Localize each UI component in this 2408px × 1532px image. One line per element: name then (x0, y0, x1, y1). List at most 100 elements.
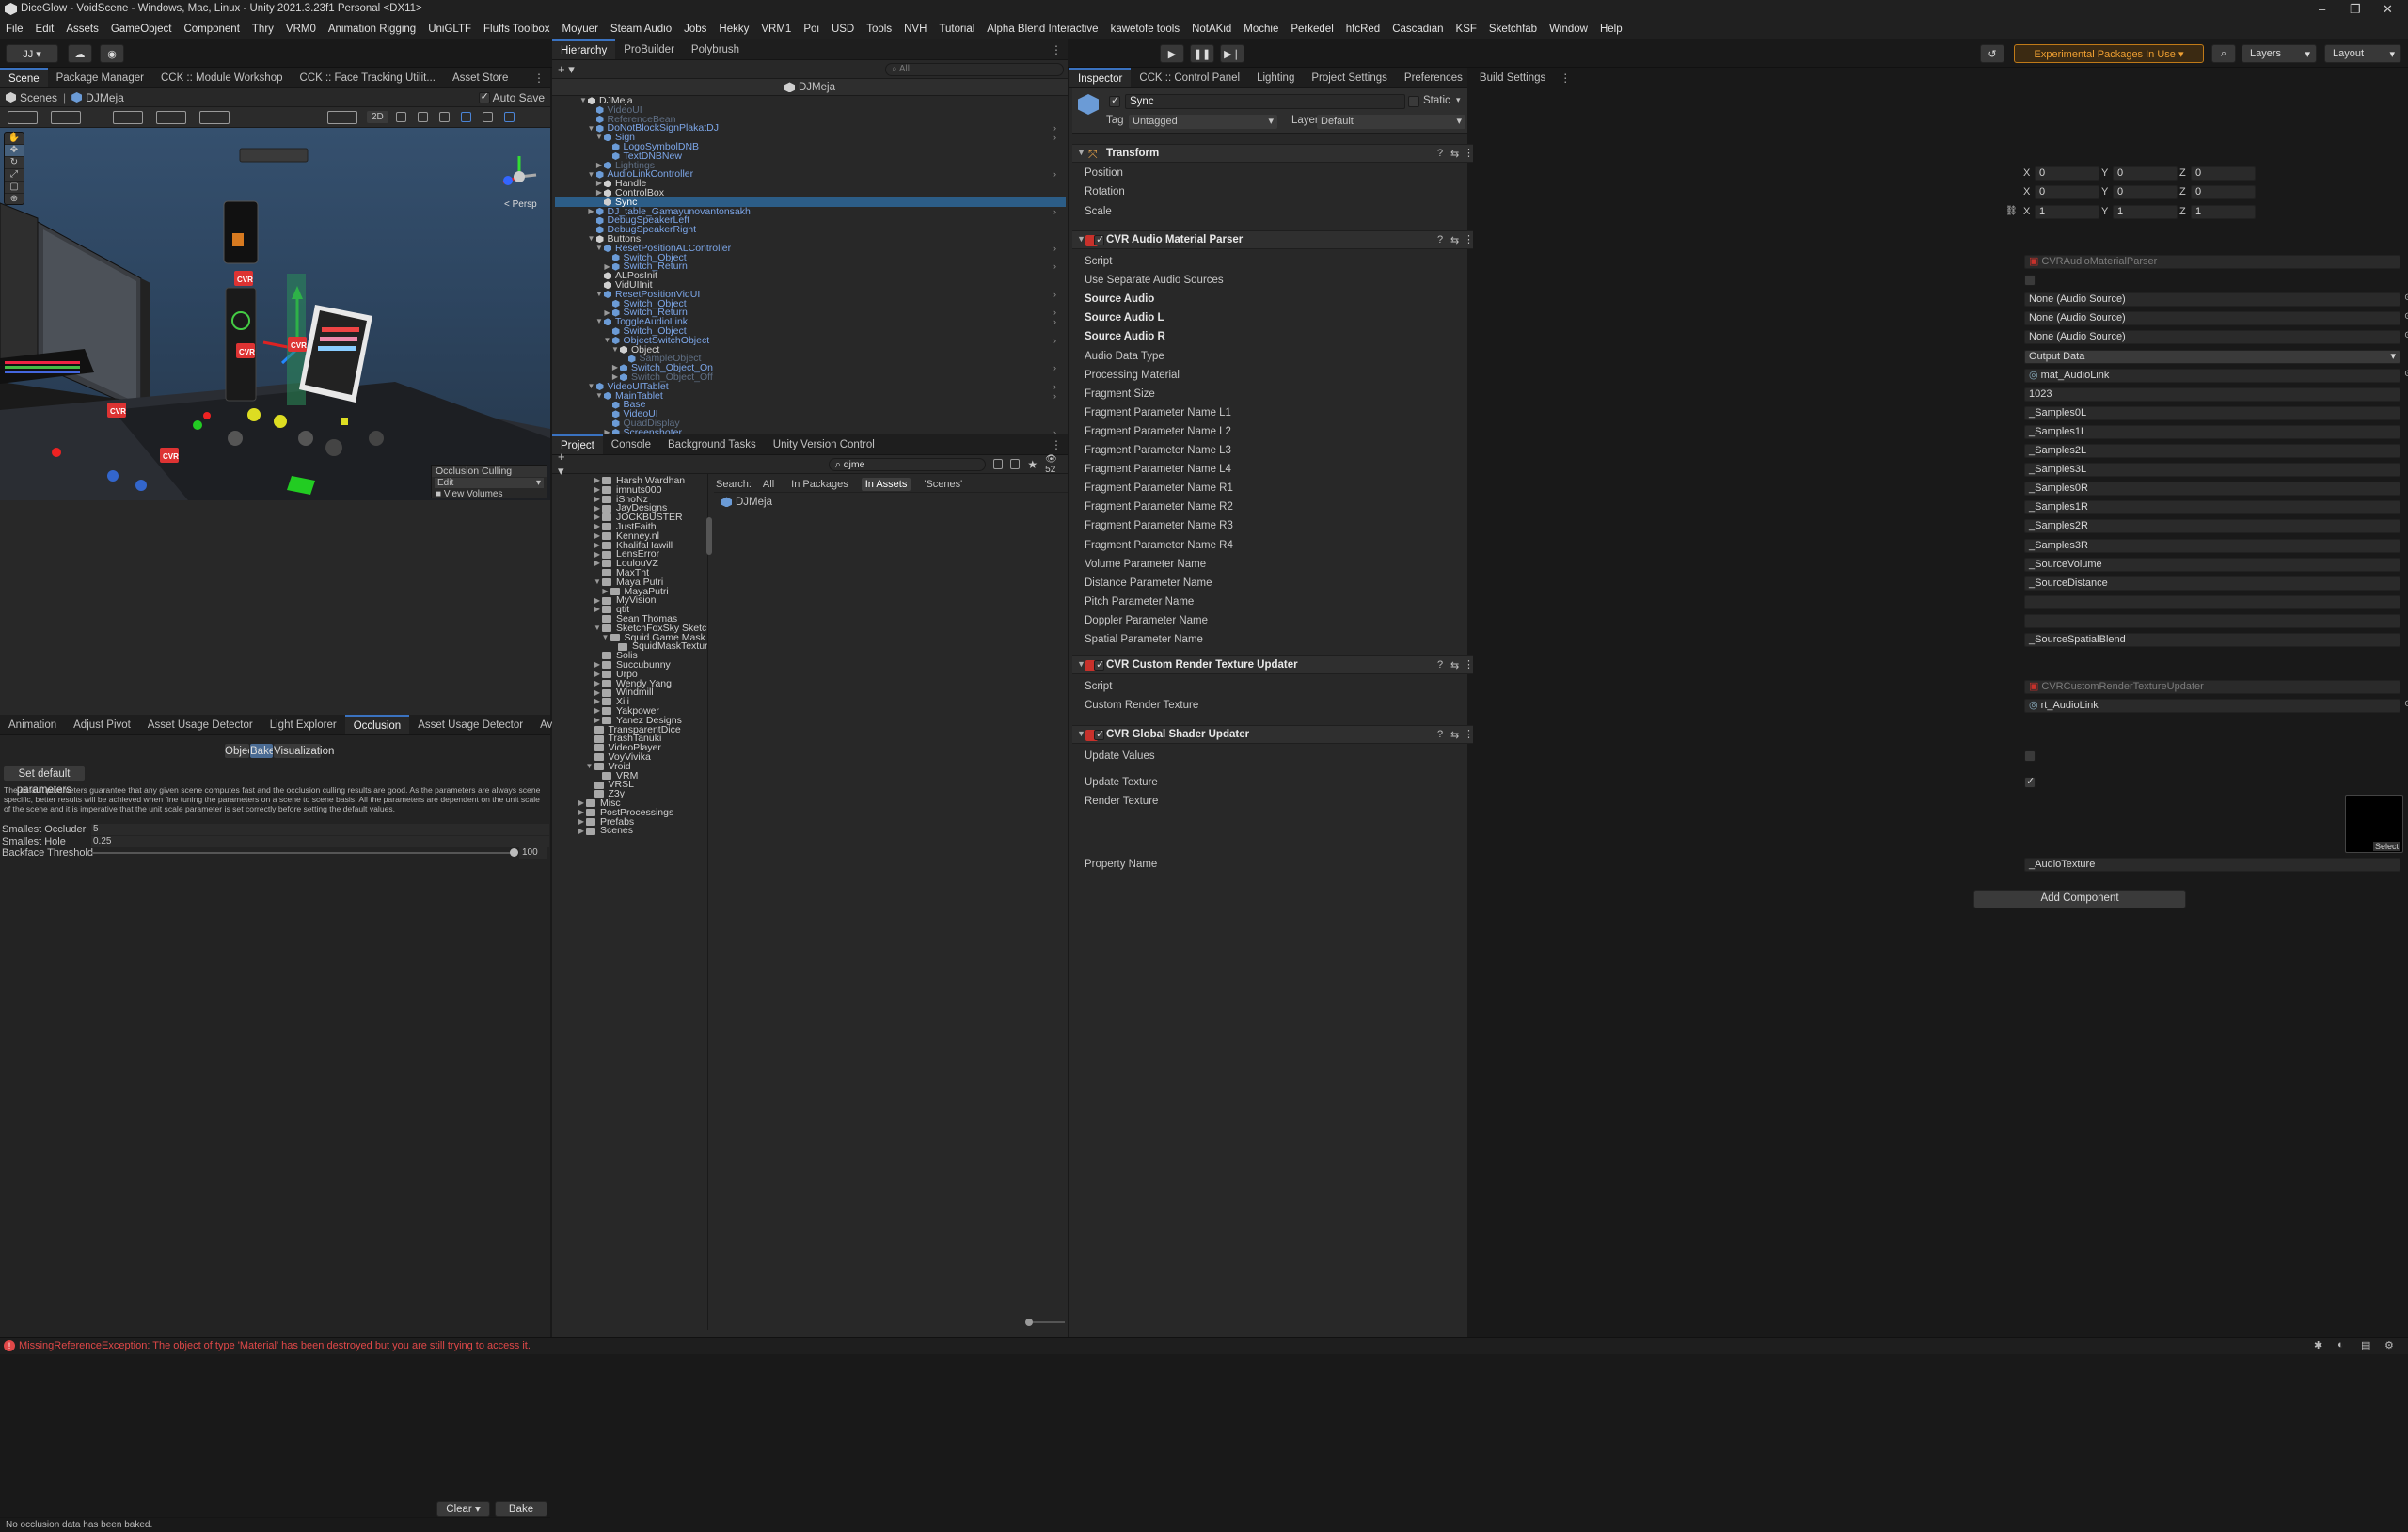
property-input[interactable]: _Samples2R (2024, 519, 2400, 534)
property-input[interactable] (2024, 594, 2400, 609)
panel-menu-icon[interactable]: ⋮ (1045, 43, 1068, 56)
expand-arrow-icon[interactable]: ▶ (601, 587, 610, 596)
expand-arrow-icon[interactable]: ▶ (593, 697, 602, 706)
layers-dropdown[interactable]: Layers ▾ (2242, 44, 2317, 63)
menu-item-nvh[interactable]: NVH (904, 24, 927, 35)
account-dropdown[interactable]: JJ ▾ (6, 44, 58, 63)
menu-item-gameobject[interactable]: GameObject (111, 24, 172, 35)
bottom-tab-3[interactable]: Light Explorer (261, 715, 345, 734)
expand-arrow-icon[interactable]: ▶ (593, 541, 602, 550)
expand-arrow-icon[interactable]: ▶ (593, 679, 602, 688)
menu-item-unigltf[interactable]: UniGLTF (428, 24, 471, 35)
project-tab-2[interactable]: Background Tasks (659, 434, 765, 454)
expand-arrow-icon[interactable]: ▶ (593, 605, 602, 614)
bottom-tab-5[interactable]: Asset Usage Detector (409, 715, 531, 734)
expand-arrow-icon[interactable]: ▶ (577, 827, 586, 836)
expand-arrow-icon[interactable]: ▶ (593, 716, 602, 725)
scene-header[interactable]: DJMeja (552, 79, 1068, 96)
property-dropdown[interactable]: Output Data ▾ (2024, 349, 2400, 364)
expand-arrow-icon[interactable]: ▶ (593, 504, 602, 513)
bake-button[interactable]: Bake (495, 1501, 547, 1517)
bake-mode-button[interactable]: Bake (249, 743, 275, 759)
occlusion-field-input[interactable]: 0.25 (91, 835, 549, 847)
filter-type-icon[interactable] (993, 459, 1004, 469)
object-picker-icon[interactable]: ⊙ (2404, 311, 2408, 322)
update-texture-checkbox[interactable] (2024, 775, 2036, 788)
expand-arrow-icon[interactable]: ▶ (594, 188, 604, 197)
object-picker-icon[interactable]: ⊙ (2404, 292, 2408, 303)
menu-item-hekky[interactable]: Hekky (719, 24, 749, 35)
menu-item-cascadian[interactable]: Cascadian (1392, 24, 1443, 35)
hierarchy-item[interactable]: DebugSpeakerRight (587, 225, 696, 234)
gizmo-dropdown[interactable] (51, 110, 81, 124)
menu-item-component[interactable]: Component (183, 24, 239, 35)
hand-tool-icon[interactable]: ✋ (5, 133, 24, 145)
expand-arrow-icon[interactable]: ▶ (577, 817, 586, 827)
cloud-icon[interactable]: ☁ (68, 44, 92, 63)
expand-arrow-icon[interactable]: ▶ (603, 308, 612, 318)
transform-scale-x-input[interactable]: 1 (2035, 204, 2099, 219)
bottom-tab-4[interactable]: Occlusion (344, 715, 410, 734)
object-picker-icon[interactable]: ⊙ (2404, 369, 2408, 379)
transform-rotation-x-input[interactable]: 0 (2035, 185, 2099, 200)
expand-arrow-icon[interactable]: ▶ (593, 670, 602, 679)
add-component-button[interactable]: Add Component (1973, 890, 2186, 908)
project-search-input[interactable]: ⌕ djme (828, 457, 987, 471)
bug-icon[interactable]: ✱ (2314, 1339, 2322, 1351)
property-input[interactable]: _Samples0L (2024, 405, 2400, 420)
bottom-tab-0[interactable]: Animation (0, 715, 65, 734)
panel-menu-icon[interactable]: ⋮ (1045, 438, 1068, 451)
menu-item-usd[interactable]: USD (832, 24, 854, 35)
expand-arrow-icon[interactable]: ▼ (594, 133, 604, 142)
search-filter-1[interactable]: In Packages (787, 478, 852, 491)
menu-item-help[interactable]: Help (1600, 24, 1623, 35)
search-icon[interactable]: ⌕ (2211, 44, 2236, 63)
audio-toggle-icon[interactable] (417, 112, 428, 122)
folder-scrollbar[interactable] (706, 517, 712, 555)
expand-arrow-icon[interactable]: ▼ (594, 290, 604, 299)
prefab-open-arrow-icon[interactable]: › (1054, 123, 1056, 133)
transform-position-y-input[interactable]: 0 (2113, 166, 2178, 181)
inspector-tab-2[interactable]: Lighting (1248, 68, 1303, 87)
grid-snap-icon[interactable] (113, 110, 143, 124)
menu-item-notakid[interactable]: NotAKid (1192, 24, 1231, 35)
close-button[interactable]: ✕ (2383, 2, 2393, 17)
menu-item-moyuer[interactable]: Moyuer (562, 24, 598, 35)
select-texture-button[interactable]: Select (2372, 842, 2400, 851)
menu-item-poi[interactable]: Poi (803, 24, 819, 35)
bottom-tab-2[interactable]: Asset Usage Detector (139, 715, 261, 734)
transform-tool-icon[interactable]: ⊕ (5, 194, 24, 205)
expand-arrow-icon[interactable]: ▼ (594, 244, 604, 253)
occlusion-mode-dropdown[interactable]: Edit ▾ (435, 478, 544, 488)
inspector-tab-1[interactable]: CCK :: Control Panel (1131, 68, 1248, 87)
icon-size-slider[interactable] (1027, 1321, 1065, 1323)
hierarchy-tab-1[interactable]: ProBuilder (615, 39, 683, 59)
scale-tool-icon[interactable]: ⤢ (5, 169, 24, 182)
expand-arrow-icon[interactable]: ▶ (593, 550, 602, 560)
property-name-input[interactable]: _AudioTexture (2024, 858, 2400, 872)
lighting-toggle-icon[interactable] (395, 112, 406, 122)
search-filter-0[interactable]: All (759, 478, 778, 491)
property-input[interactable]: _Samples3L (2024, 463, 2400, 478)
scene-tab-0[interactable]: Scene (0, 68, 48, 87)
breadcrumb-djmeja[interactable]: DJMeja (86, 91, 124, 104)
breadcrumb-scenes[interactable]: Scenes (20, 91, 57, 104)
menu-item-animation-rigging[interactable]: Animation Rigging (328, 24, 416, 35)
expand-arrow-icon[interactable]: ▶ (593, 688, 602, 698)
expand-arrow-icon[interactable]: ▶ (577, 798, 586, 808)
menu-item-sketchfab[interactable]: Sketchfab (1489, 24, 1537, 35)
prefab-open-arrow-icon[interactable]: › (1054, 382, 1056, 391)
bottom-tab-1[interactable]: Adjust Pivot (65, 715, 139, 734)
menu-item-tutorial[interactable]: Tutorial (939, 24, 974, 35)
expand-arrow-icon[interactable]: ▶ (594, 179, 604, 188)
draw-mode-dropdown[interactable] (8, 110, 38, 124)
expand-arrow-icon[interactable]: ▼ (587, 234, 596, 244)
inspector-tab-3[interactable]: Project Settings (1303, 68, 1396, 87)
occlusion-field-input[interactable]: 5 (91, 824, 549, 835)
property-input[interactable]: _Samples3R (2024, 538, 2400, 553)
property-input[interactable]: _Samples0R (2024, 482, 2400, 497)
expand-arrow-icon[interactable]: ▶ (593, 476, 602, 485)
progress-icon[interactable]: ◐ (2337, 1339, 2344, 1350)
prefab-open-arrow-icon[interactable]: › (1054, 207, 1056, 216)
menu-item-ksf[interactable]: KSF (1456, 24, 1477, 35)
